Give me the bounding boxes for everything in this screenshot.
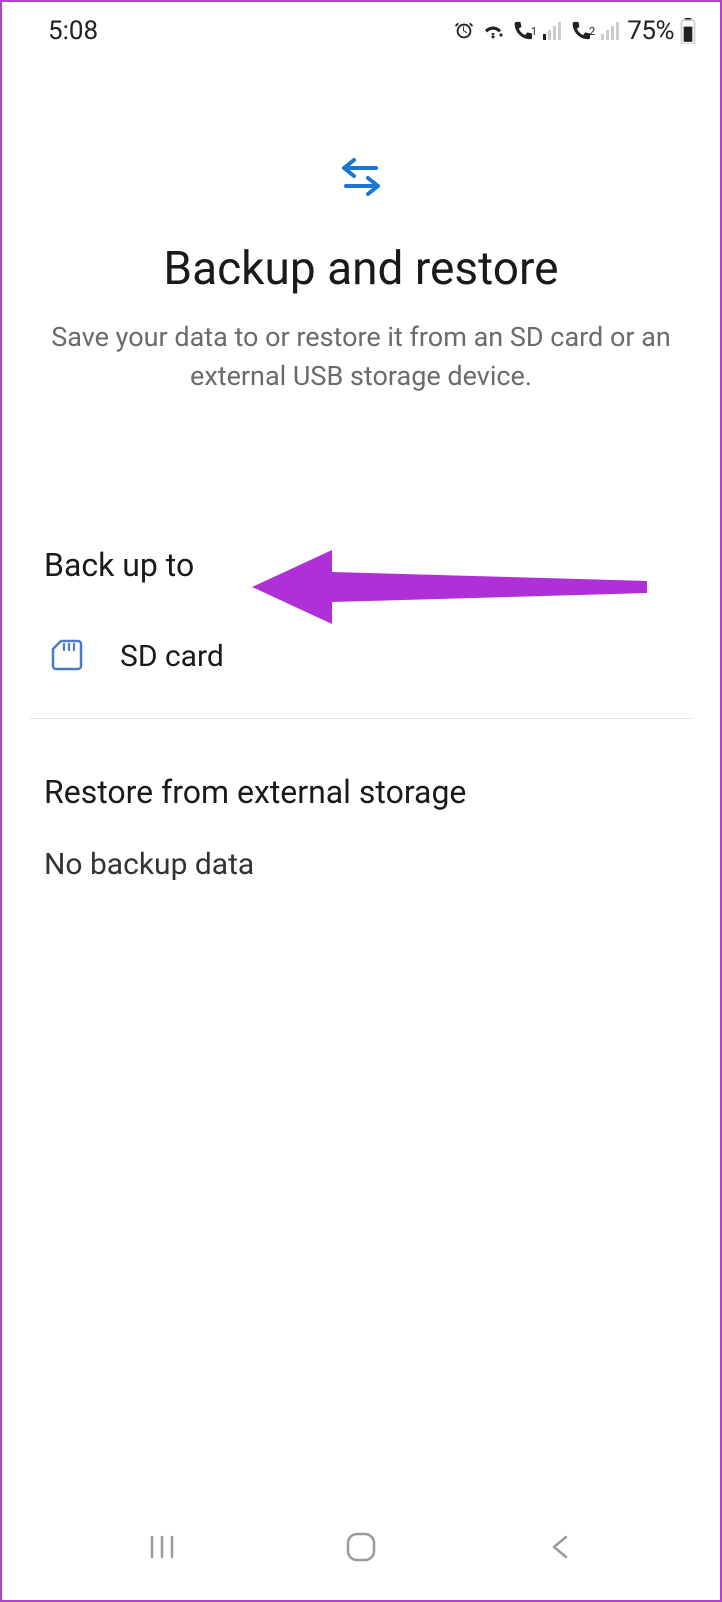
call-1-icon: 1 [511, 20, 537, 42]
page-title: Backup and restore [42, 242, 680, 296]
nav-bar [2, 1510, 720, 1600]
no-backup-data-text: No backup data [2, 847, 720, 882]
home-button[interactable] [321, 1522, 401, 1572]
restore-section: Restore from external storage [2, 773, 720, 811]
transfer-arrows-icon [338, 156, 384, 202]
status-time: 5:08 [48, 16, 98, 46]
sd-card-option[interactable]: SD card [44, 624, 678, 704]
section-divider [30, 718, 692, 719]
battery-icon [680, 18, 696, 44]
backup-section: Back up to SD card [2, 546, 720, 704]
page-subtitle: Save your data to or restore it from an … [42, 318, 680, 396]
sd-card-label: SD card [120, 639, 224, 674]
alarm-icon [453, 20, 475, 42]
restore-section-header: Restore from external storage [44, 773, 678, 811]
page-header: Backup and restore Save your data to or … [2, 56, 720, 456]
wifi-icon [481, 21, 505, 41]
sd-card-icon [50, 638, 86, 674]
battery-percent: 75% [627, 16, 674, 46]
signal-2-icon [601, 22, 621, 40]
status-icons: 1 2 75% [453, 16, 696, 46]
status-bar: 5:08 1 2 75% [2, 2, 720, 56]
call-2-icon: 2 [569, 20, 595, 42]
back-button[interactable] [520, 1522, 600, 1572]
signal-1-icon [543, 22, 563, 40]
backup-section-header: Back up to [44, 546, 678, 584]
recent-apps-button[interactable] [122, 1522, 202, 1572]
